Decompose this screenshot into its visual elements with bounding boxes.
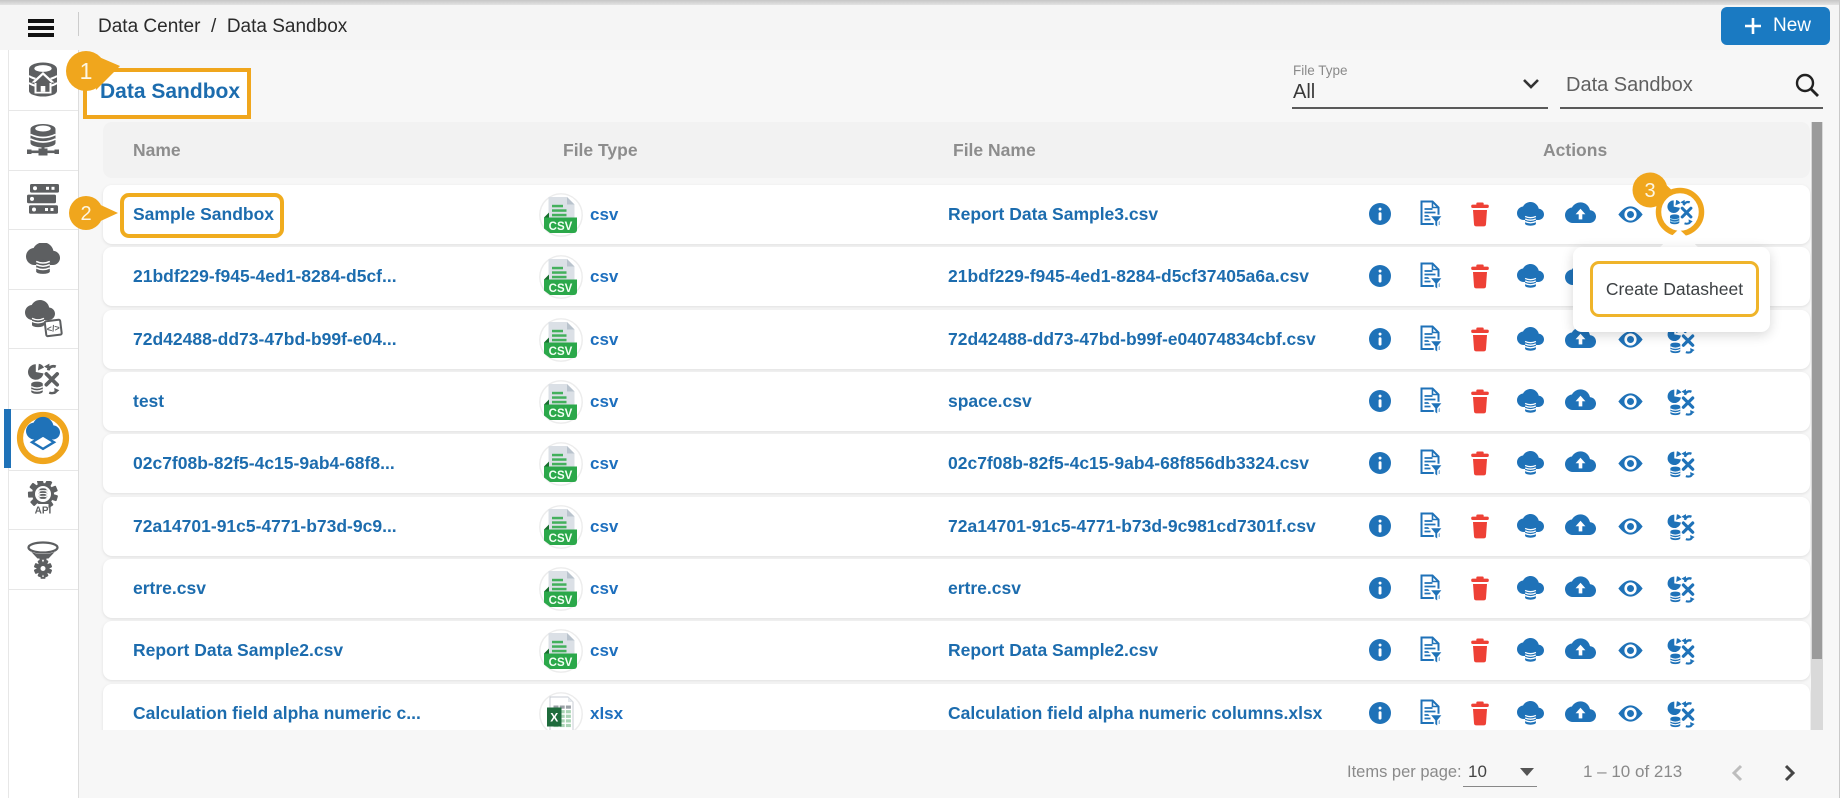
svg-text:CSV: CSV	[549, 283, 573, 295]
svg-text:CSV: CSV	[549, 657, 573, 669]
svg-text:CSV: CSV	[549, 533, 573, 545]
svg-text:X: X	[550, 711, 558, 725]
svg-text:CSV: CSV	[549, 470, 573, 482]
svg-text:2: 2	[80, 203, 91, 225]
svg-text:CSV: CSV	[549, 221, 573, 233]
svg-text:CSV: CSV	[549, 595, 573, 607]
svg-text:CSV: CSV	[549, 346, 573, 358]
svg-text:CSV: CSV	[549, 408, 573, 420]
svg-text:1: 1	[80, 58, 93, 84]
svg-text:3: 3	[1644, 180, 1655, 202]
